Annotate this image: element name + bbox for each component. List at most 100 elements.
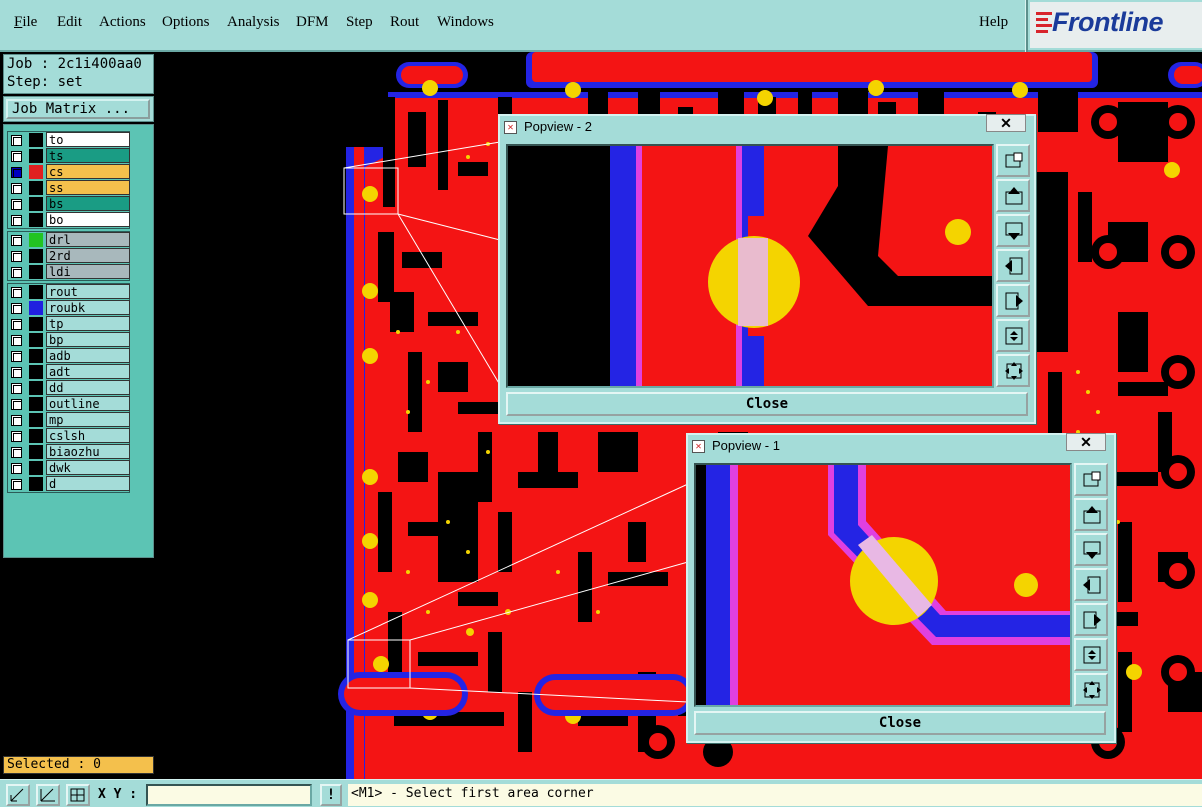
- layer-color-swatch[interactable]: [29, 381, 43, 395]
- layer-row-ldi[interactable]: ldi: [8, 264, 130, 280]
- layer-row-bo[interactable]: bo: [8, 212, 130, 228]
- layer-name[interactable]: cslsh: [46, 428, 130, 443]
- layer-name[interactable]: roubk: [46, 300, 130, 315]
- pan-left-icon[interactable]: [1074, 568, 1108, 601]
- layer-name[interactable]: adt: [46, 364, 130, 379]
- zoom-fit-icon[interactable]: [996, 319, 1030, 352]
- layer-row-roubk[interactable]: roubk: [8, 300, 130, 316]
- pan-down-icon[interactable]: [996, 214, 1030, 247]
- layer-color-swatch[interactable]: [29, 461, 43, 475]
- layer-checkbox[interactable]: [11, 183, 22, 194]
- pan-left-icon[interactable]: [996, 249, 1030, 282]
- layer-color-swatch[interactable]: [29, 477, 43, 491]
- layer-row-cs[interactable]: cs: [8, 164, 130, 180]
- layer-checkbox[interactable]: [11, 235, 22, 246]
- layer-row-dwk[interactable]: dwk: [8, 460, 130, 476]
- pan-right-icon[interactable]: [996, 284, 1030, 317]
- layer-color-swatch[interactable]: [29, 133, 43, 147]
- layer-color-swatch[interactable]: [29, 397, 43, 411]
- layer-color-swatch[interactable]: [29, 181, 43, 195]
- popview-2-titlebar[interactable]: ✕ Popview - 2 ✕: [500, 114, 1034, 138]
- layer-row-ss[interactable]: ss: [8, 180, 130, 196]
- layer-row-cslsh[interactable]: cslsh: [8, 428, 130, 444]
- layer-color-swatch[interactable]: [29, 149, 43, 163]
- pan-right-icon[interactable]: [1074, 603, 1108, 636]
- menu-dfm[interactable]: DFM: [296, 14, 329, 31]
- layer-checkbox[interactable]: [11, 135, 22, 146]
- layer-color-swatch[interactable]: [29, 197, 43, 211]
- layer-checkbox[interactable]: [11, 399, 22, 410]
- menu-help[interactable]: Help: [979, 14, 1008, 31]
- layer-row-to[interactable]: to: [8, 132, 130, 148]
- layer-name[interactable]: drl: [46, 232, 130, 247]
- layer-row-outline[interactable]: outline: [8, 396, 130, 412]
- menu-windows[interactable]: Windows: [437, 14, 494, 31]
- layer-color-swatch[interactable]: [29, 445, 43, 459]
- zoom-in-icon[interactable]: [1074, 463, 1108, 496]
- layer-name[interactable]: rout: [46, 284, 130, 299]
- layer-color-swatch[interactable]: [29, 333, 43, 347]
- measure-tool-icon[interactable]: [36, 784, 60, 806]
- layer-checkbox[interactable]: [11, 215, 22, 226]
- layer-checkbox[interactable]: [11, 431, 22, 442]
- layer-name[interactable]: ldi: [46, 264, 130, 279]
- layer-row-bp[interactable]: bp: [8, 332, 130, 348]
- layer-name[interactable]: ss: [46, 180, 130, 195]
- popview-1-canvas[interactable]: [694, 463, 1072, 707]
- layer-row-mp[interactable]: mp: [8, 412, 130, 428]
- popview-1-close-x-button[interactable]: ✕: [1066, 433, 1106, 451]
- layer-name[interactable]: mp: [46, 412, 130, 427]
- layer-checkbox[interactable]: [11, 251, 22, 262]
- menu-analysis[interactable]: Analysis: [227, 14, 280, 31]
- layer-color-swatch[interactable]: [29, 301, 43, 315]
- popview-2-close-x-button[interactable]: ✕: [986, 114, 1026, 132]
- layer-row-ts[interactable]: ts: [8, 148, 130, 164]
- layer-name[interactable]: outline: [46, 396, 130, 411]
- layer-checkbox[interactable]: [11, 367, 22, 378]
- layer-checkbox[interactable]: [11, 351, 22, 362]
- layer-color-swatch[interactable]: [29, 165, 43, 179]
- layer-color-swatch[interactable]: [29, 249, 43, 263]
- zoom-in-icon[interactable]: [996, 144, 1030, 177]
- layer-checkbox[interactable]: [11, 287, 22, 298]
- pan-up-icon[interactable]: [996, 179, 1030, 212]
- layer-name[interactable]: bs: [46, 196, 130, 211]
- layer-color-swatch[interactable]: [29, 317, 43, 331]
- layer-color-swatch[interactable]: [29, 429, 43, 443]
- select-tool-icon[interactable]: [6, 784, 30, 806]
- layer-name[interactable]: d: [46, 476, 130, 491]
- job-matrix-button[interactable]: Job Matrix ...: [6, 99, 150, 119]
- layer-checkbox[interactable]: [11, 267, 22, 278]
- layer-row-biaozhu[interactable]: biaozhu: [8, 444, 130, 460]
- layer-checkbox[interactable]: [11, 415, 22, 426]
- popview-2-close-button[interactable]: Close: [506, 392, 1028, 416]
- layer-color-swatch[interactable]: [29, 265, 43, 279]
- layer-name[interactable]: dwk: [46, 460, 130, 475]
- message-button[interactable]: !: [320, 784, 342, 806]
- pan-up-icon[interactable]: [1074, 498, 1108, 531]
- layer-color-swatch[interactable]: [29, 285, 43, 299]
- menu-file[interactable]: File: [14, 14, 37, 31]
- layer-checkbox[interactable]: [11, 479, 22, 490]
- layer-name[interactable]: cs: [46, 164, 130, 179]
- popview-2-canvas[interactable]: [506, 144, 994, 388]
- xy-coordinate-field[interactable]: [146, 784, 312, 806]
- menu-rout[interactable]: Rout: [390, 14, 419, 31]
- layer-row-tp[interactable]: tp: [8, 316, 130, 332]
- layer-row-drl[interactable]: drl: [8, 232, 130, 248]
- layer-name[interactable]: 2rd: [46, 248, 130, 263]
- layer-color-swatch[interactable]: [29, 365, 43, 379]
- layer-color-swatch[interactable]: [29, 233, 43, 247]
- layer-row-2rd[interactable]: 2rd: [8, 248, 130, 264]
- layer-row-d[interactable]: d: [8, 476, 130, 492]
- layer-checkbox[interactable]: [11, 335, 22, 346]
- layer-checkbox[interactable]: [11, 303, 22, 314]
- layer-row-dd[interactable]: dd: [8, 380, 130, 396]
- layer-checkbox[interactable]: [11, 167, 22, 178]
- layer-row-bs[interactable]: bs: [8, 196, 130, 212]
- layer-color-swatch[interactable]: [29, 413, 43, 427]
- layer-row-adb[interactable]: adb: [8, 348, 130, 364]
- menu-edit[interactable]: Edit: [57, 14, 82, 31]
- layer-name[interactable]: adb: [46, 348, 130, 363]
- popview-1-close-button[interactable]: Close: [694, 711, 1106, 735]
